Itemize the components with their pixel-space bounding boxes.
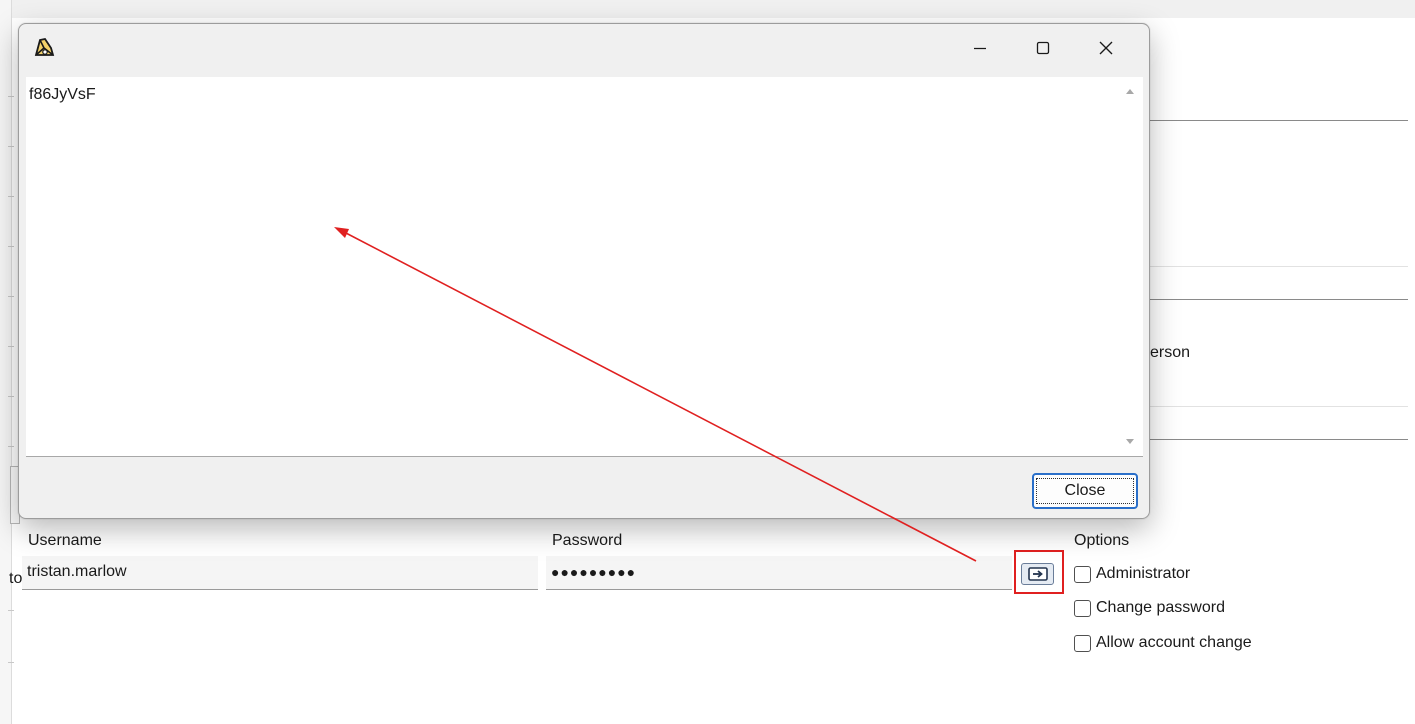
- username-label: Username: [28, 532, 102, 549]
- scroll-down-icon[interactable]: [1126, 439, 1134, 444]
- option-label: Change password: [1096, 599, 1225, 616]
- checkbox[interactable]: [1074, 599, 1091, 617]
- vertical-scrollbar[interactable]: [1119, 77, 1143, 456]
- background-label-fragment: to: [9, 570, 23, 587]
- background-divider: [8, 610, 14, 611]
- option-label: Allow account change: [1096, 634, 1252, 651]
- password-dialog: f86JyVsF Close: [18, 23, 1150, 519]
- close-window-button[interactable]: [1083, 32, 1129, 64]
- generated-password-textbox[interactable]: f86JyVsF: [26, 77, 1143, 457]
- checkbox[interactable]: [1074, 565, 1091, 583]
- background-divider: [8, 196, 14, 197]
- background-divider: [8, 346, 14, 347]
- background-separator: [1150, 120, 1408, 121]
- background-divider: [8, 296, 14, 297]
- generated-password-text[interactable]: f86JyVsF: [29, 86, 96, 104]
- option-change-password[interactable]: Change password: [1074, 599, 1225, 617]
- background-divider: [8, 96, 14, 97]
- username-field[interactable]: tristan.marlow: [22, 556, 538, 590]
- options-label: Options: [1074, 532, 1130, 549]
- minimize-icon: [974, 47, 986, 50]
- background-divider: [8, 246, 14, 247]
- background-label-fragment: erson: [1150, 344, 1191, 361]
- close-button[interactable]: Close: [1032, 473, 1138, 509]
- app-icon: [34, 37, 55, 56]
- scroll-up-icon[interactable]: [1126, 89, 1134, 94]
- background-separator: [1150, 406, 1408, 407]
- close-icon: [1099, 41, 1113, 55]
- background-title-strip: [0, 0, 1415, 18]
- reveal-password-button[interactable]: [1021, 563, 1054, 585]
- minimize-button[interactable]: [957, 32, 1003, 64]
- password-label: Password: [552, 532, 623, 549]
- option-administrator[interactable]: Administrator: [1074, 565, 1190, 583]
- background-divider: [8, 446, 14, 447]
- background-divider: [8, 396, 14, 397]
- reveal-password-icon: [1027, 567, 1048, 581]
- background-divider: [8, 146, 14, 147]
- close-button-label: Close: [1035, 478, 1135, 504]
- password-field[interactable]: ●●●●●●●●●: [546, 556, 1012, 590]
- background-divider: [8, 662, 14, 663]
- background-separator: [1150, 439, 1408, 440]
- background-separator: [1150, 266, 1408, 267]
- maximize-button[interactable]: [1020, 32, 1066, 64]
- option-label: Administrator: [1096, 565, 1191, 582]
- background-left-edge: [0, 0, 12, 724]
- maximize-icon: [1036, 41, 1050, 55]
- option-allow-account-change[interactable]: Allow account change: [1074, 634, 1252, 652]
- dialog-titlebar[interactable]: [19, 24, 1149, 74]
- checkbox[interactable]: [1074, 634, 1091, 652]
- background-separator: [1150, 299, 1408, 300]
